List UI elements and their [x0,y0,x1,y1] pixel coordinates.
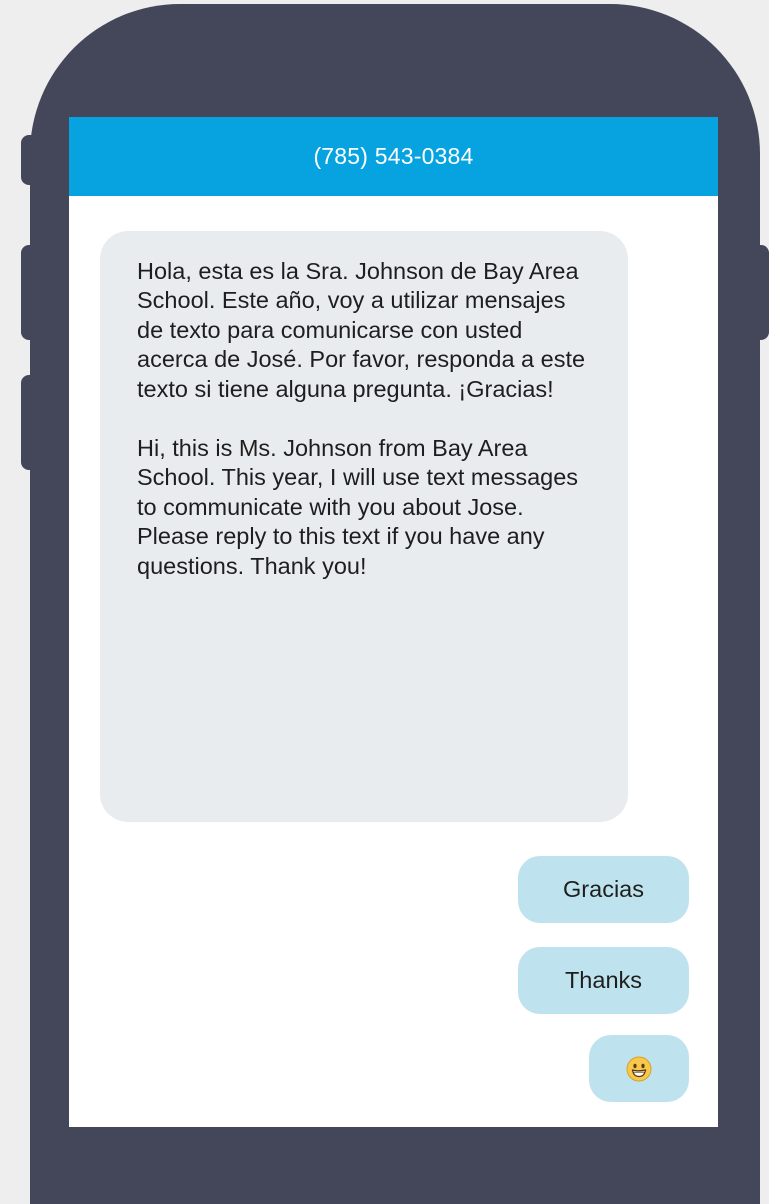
outgoing-message-bubble: Thanks [518,947,689,1014]
volume-up-button [21,245,41,340]
incoming-message-bubble: Hola, esta es la Sra. Johnson de Bay Are… [100,231,628,822]
message-text-spanish: Hola, esta es la Sra. Johnson de Bay Are… [137,258,586,402]
message-text-english: Hi, this is Ms. Johnson from Bay Area Sc… [137,435,579,579]
outgoing-message-text: Thanks [564,967,643,993]
volume-down-button [21,375,41,470]
grinning-face-emoji-icon [626,1056,652,1081]
mute-switch [21,135,41,185]
phone-screen: (785) 543-0384 Hola, esta es la Sra. Joh… [69,117,718,1127]
power-button [750,245,769,340]
conversation-header: (785) 543-0384 [69,117,718,196]
contact-phone-number: (785) 543-0384 [313,143,474,169]
outgoing-message-text: Gracias [563,876,644,902]
outgoing-emoji-bubble [589,1035,689,1102]
outgoing-message-bubble: Gracias [518,856,689,923]
